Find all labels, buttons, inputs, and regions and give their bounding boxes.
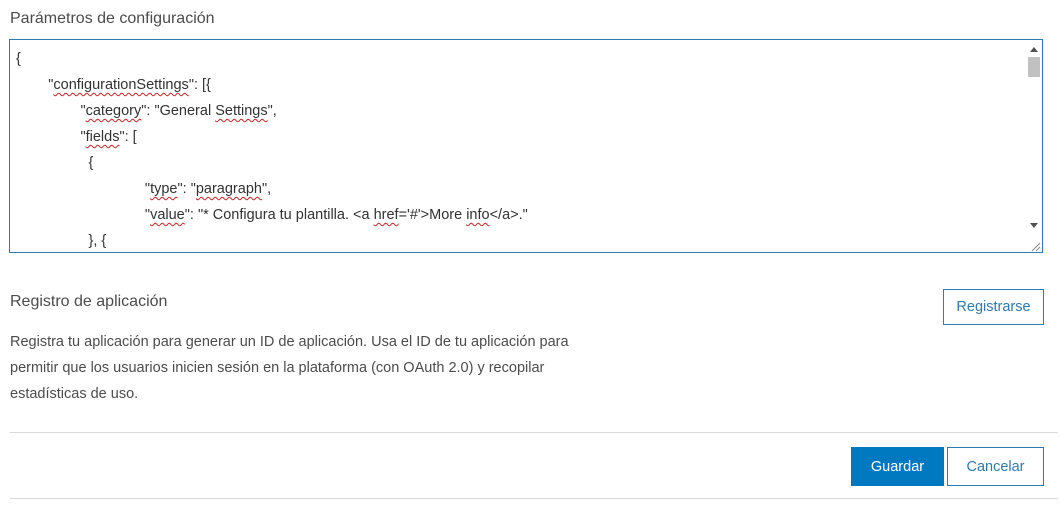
code-line: }, { xyxy=(16,228,1022,252)
config-code-text[interactable]: { "configurationSettings": [{ "category"… xyxy=(16,46,1022,252)
scroll-up-arrow-icon[interactable] xyxy=(1025,42,1042,56)
code-text-segment: { xyxy=(16,155,94,171)
registration-description: Registra tu aplicación para generar un I… xyxy=(10,334,569,402)
code-text-segment: { xyxy=(16,51,21,67)
code-text-segment: ": "* Configura tu plantilla. <a xyxy=(184,207,374,223)
spellcheck-flagged-word: category xyxy=(85,103,142,119)
code-line: "configurationSettings": [{ xyxy=(16,72,1022,98)
code-text-segment: ": "General xyxy=(141,103,216,119)
spellcheck-flagged-word: paragraph xyxy=(195,181,262,197)
code-text-segment: }, { xyxy=(16,233,107,249)
code-line: "category": "General Settings", xyxy=(16,98,1022,124)
divider xyxy=(10,432,1058,433)
spellcheck-flagged-word: Settings xyxy=(215,103,268,119)
spellcheck-flagged-word: info xyxy=(466,207,490,223)
editor-scrollbar[interactable] xyxy=(1025,40,1042,252)
code-text-segment: " xyxy=(16,129,86,145)
code-text-segment: " xyxy=(16,77,54,93)
code-text-segment: ": " xyxy=(177,181,196,197)
spellcheck-flagged-word: fields xyxy=(85,129,120,145)
scroll-thumb[interactable] xyxy=(1028,57,1040,77)
code-line: "type": "paragraph", xyxy=(16,176,1022,202)
code-line: "fields": [ xyxy=(16,124,1022,150)
divider xyxy=(10,498,1058,499)
code-line: { xyxy=(16,46,1022,72)
code-text-segment: ", xyxy=(261,181,272,197)
code-text-segment: " xyxy=(16,207,151,223)
spellcheck-flagged-word: configurationSettings xyxy=(53,77,189,93)
spellcheck-flagged-word: href xyxy=(373,207,399,223)
code-text-segment: ": [ xyxy=(119,129,137,145)
code-text-segment: " xyxy=(16,181,151,197)
code-line: "value": "* Configura tu plantilla. <a h… xyxy=(16,202,1022,228)
code-text-segment: </a>." xyxy=(489,207,528,223)
resize-grip-icon[interactable] xyxy=(1029,239,1041,252)
code-line: { xyxy=(16,150,1022,176)
code-text-segment: " xyxy=(16,103,86,119)
registration-section-title: Registro de aplicación xyxy=(10,293,168,310)
config-section-title: Parámetros de configuración xyxy=(10,10,215,27)
register-button[interactable]: Registrarse xyxy=(943,289,1044,325)
code-text-segment: ": [{ xyxy=(188,77,211,93)
spellcheck-flagged-word: value xyxy=(150,207,185,223)
save-button[interactable]: Guardar xyxy=(851,447,944,486)
code-text-segment: ", xyxy=(267,103,277,119)
scroll-down-arrow-icon[interactable] xyxy=(1025,218,1042,232)
spellcheck-flagged-word: type xyxy=(150,181,178,197)
config-json-editor[interactable]: { "configurationSettings": [{ "category"… xyxy=(9,39,1043,253)
code-text-segment: ='#'>More xyxy=(398,207,467,223)
cancel-button[interactable]: Cancelar xyxy=(947,447,1044,486)
